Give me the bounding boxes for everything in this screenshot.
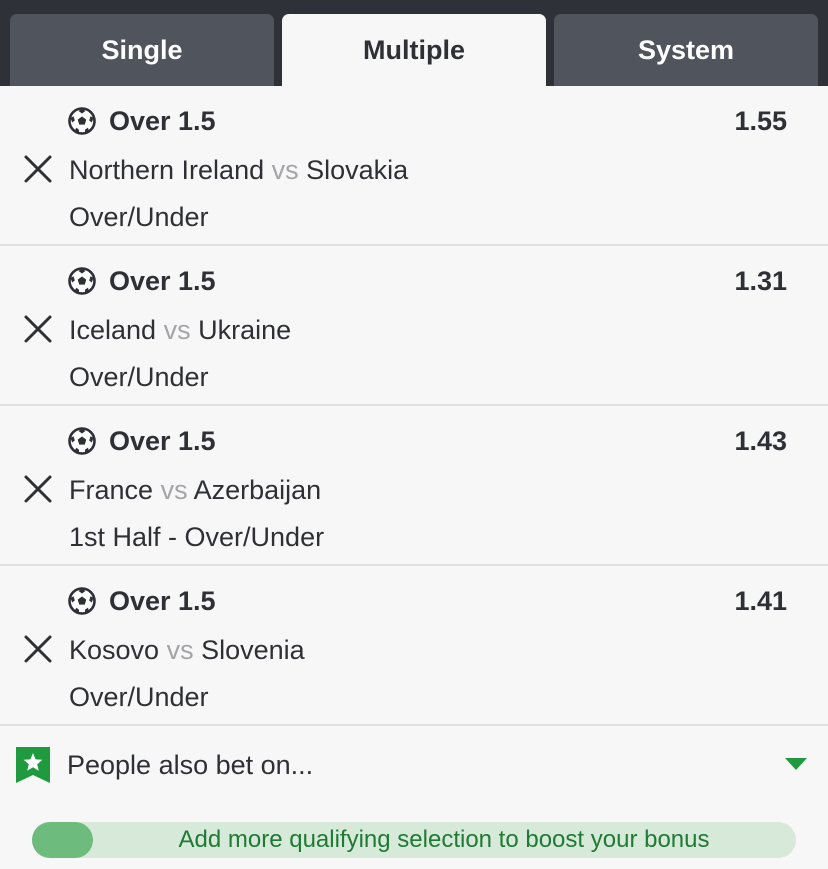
selection-name: Over 1.5 (109, 426, 216, 456)
away-team: Azerbaijan (193, 475, 322, 505)
soccer-ball-icon (68, 267, 96, 295)
selection-name: Over 1.5 (109, 106, 216, 136)
selection-name: Over 1.5 (109, 266, 216, 296)
vs-separator: vs (271, 155, 299, 185)
vs-separator: vs (166, 635, 194, 665)
home-team: Iceland (69, 315, 157, 345)
match-name: France vs Azerbaijan (69, 473, 321, 507)
star-bookmark-icon (16, 747, 50, 783)
market-name: Over/Under (69, 682, 209, 712)
people-also-bet-label: People also bet on... (67, 750, 314, 780)
betslip-item: Over 1.5 1.55 Northern Ireland vs Slovak… (0, 86, 828, 246)
tab-single[interactable]: Single (10, 14, 274, 86)
close-icon[interactable] (22, 153, 54, 185)
close-icon[interactable] (22, 313, 54, 345)
close-icon[interactable] (22, 633, 54, 665)
away-team: Slovenia (201, 635, 305, 665)
market-name: Over/Under (69, 362, 209, 392)
betslip-selections: Over 1.5 1.55 Northern Ireland vs Slovak… (0, 86, 828, 726)
market-name: 1st Half - Over/Under (69, 522, 325, 552)
betslip-item: Over 1.5 1.41 Kosovo vs Slovenia Over/Un… (0, 566, 828, 726)
selection-odds: 1.43 (734, 426, 787, 456)
home-team: Northern Ireland (69, 155, 265, 185)
home-team: Kosovo (69, 635, 160, 665)
selection-odds: 1.31 (734, 266, 787, 296)
close-icon[interactable] (22, 473, 54, 505)
people-also-bet-toggle[interactable]: People also bet on... (0, 729, 828, 801)
match-name: Kosovo vs Slovenia (69, 633, 305, 667)
vs-separator: vs (163, 315, 191, 345)
tab-multiple[interactable]: Multiple (282, 14, 546, 86)
match-name: Iceland vs Ukraine (69, 313, 291, 347)
selection-name: Over 1.5 (109, 586, 216, 616)
match-name: Northern Ireland vs Slovakia (69, 153, 408, 187)
selection-odds: 1.55 (734, 106, 787, 136)
away-team: Ukraine (198, 315, 292, 345)
soccer-ball-icon (68, 427, 96, 455)
bet-type-tabbar: Single Multiple System (0, 0, 828, 86)
bonus-progress-text: Add more qualifying selection to boost y… (178, 826, 710, 853)
market-name: Over/Under (69, 202, 209, 232)
soccer-ball-icon (68, 587, 96, 615)
soccer-ball-icon (68, 107, 96, 135)
away-team: Slovakia (306, 155, 409, 185)
betslip-item: Over 1.5 1.43 France vs Azerbaijan 1st H… (0, 406, 828, 566)
caret-down-icon[interactable] (785, 758, 807, 770)
home-team: France (69, 475, 154, 505)
betslip-item: Over 1.5 1.31 Iceland vs Ukraine Over/Un… (0, 246, 828, 406)
bonus-progress-bar: Add more qualifying selection to boost y… (32, 822, 796, 858)
selection-odds: 1.41 (734, 586, 787, 616)
vs-separator: vs (160, 475, 188, 505)
tab-system[interactable]: System (554, 14, 818, 86)
